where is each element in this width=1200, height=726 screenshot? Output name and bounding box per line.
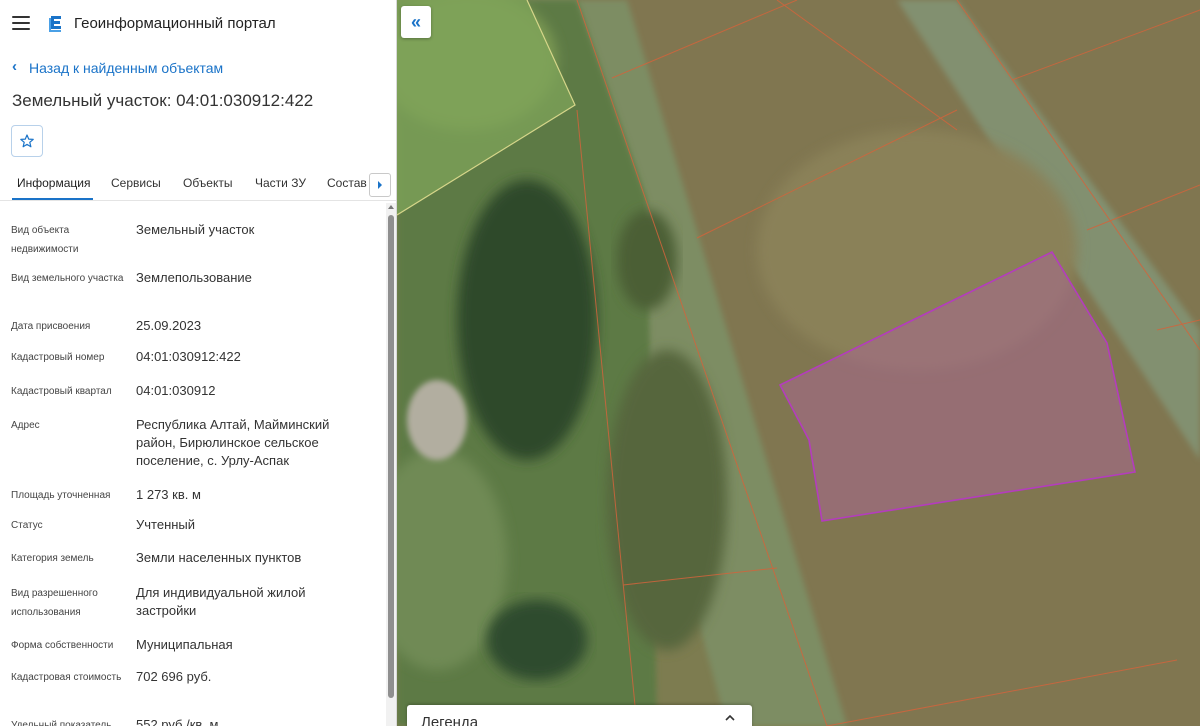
info-label: Вид объекта недвижимости [11, 225, 79, 255]
scrollbar-thumb[interactable] [388, 215, 394, 698]
info-value: Учтенный [136, 517, 196, 532]
tab-bar: Информация Сервисы Объекты Части ЗУ Сост… [0, 170, 396, 201]
info-label: Статус [11, 520, 43, 531]
map-view[interactable]: « Легенда [397, 0, 1200, 726]
legend-title: Легенда [421, 714, 479, 726]
info-label: Кадастровый номер [11, 352, 105, 363]
page-title: Земельный участок: 04:01:030912:422 [12, 91, 314, 110]
info-value: Земли населенных пунктов [136, 550, 302, 565]
top-bar: Геоинформационный портал [0, 0, 396, 46]
info-label: Кадастровый квартал [11, 386, 112, 397]
info-value: 552 руб./кв. м [136, 717, 219, 726]
info-label: Площадь уточненная [11, 490, 111, 501]
info-label: Кадастровая стоимость [11, 672, 122, 683]
tabs-scroll-right-button[interactable] [369, 173, 391, 197]
info-value: 1 273 кв. м [136, 487, 201, 502]
hamburger-menu-icon[interactable] [12, 16, 30, 30]
info-value: 04:01:030912 [136, 383, 216, 398]
back-link-label: Назад к найденным объектам [29, 59, 224, 76]
info-label: Адрес [11, 420, 40, 431]
sidebar-panel: Геоинформационный портал ‹ Назад к найде… [0, 0, 397, 726]
info-label: Дата присвоения [11, 321, 91, 332]
tab-composition[interactable]: Состав [327, 176, 367, 190]
info-value: Для индивидуальной жилой застройки [136, 585, 306, 618]
tab-parcel-parts[interactable]: Части ЗУ [255, 176, 306, 190]
satellite-imagery [397, 0, 1200, 726]
info-value: 25.09.2023 [136, 318, 202, 333]
info-value: Республика Алтай, Майминский район, Бирю… [136, 417, 330, 468]
info-value: 04:01:030912:422 [136, 349, 241, 364]
tab-services[interactable]: Сервисы [111, 176, 161, 190]
chevron-right-icon [378, 181, 382, 189]
active-tab-indicator [12, 198, 93, 200]
chevron-left-icon: ‹ [12, 58, 17, 75]
info-label: Вид разрешенного использования [11, 588, 98, 618]
info-value: Землепользование [136, 270, 252, 285]
favorite-button[interactable] [11, 125, 43, 157]
info-value: Земельный участок [136, 222, 255, 237]
collapse-panel-button[interactable]: « [401, 6, 431, 38]
info-scrollbar[interactable] [386, 203, 396, 726]
info-value: Муниципальная [136, 637, 233, 652]
legend-panel[interactable]: Легенда [407, 705, 752, 726]
info-list: Вид объекта недвижимости Земельный участ… [0, 201, 385, 726]
info-label: Вид земельного участка [11, 273, 124, 284]
info-label: Категория земель [11, 553, 94, 564]
info-label: Форма собственности [11, 640, 114, 651]
double-chevron-left-icon: « [410, 11, 421, 32]
info-label: Удельный показатель [11, 720, 112, 726]
tab-information[interactable]: Информация [17, 176, 90, 190]
portal-logo-icon [48, 14, 66, 32]
chevron-up-icon[interactable] [725, 712, 735, 724]
scroll-up-arrow-icon[interactable] [388, 205, 394, 209]
info-value: 702 696 руб. [136, 669, 212, 684]
app-title: Геоинформационный портал [74, 14, 276, 32]
back-to-results-link[interactable]: ‹ Назад к найденным объектам [12, 58, 224, 76]
tab-objects[interactable]: Объекты [183, 176, 233, 190]
star-outline-icon [20, 134, 34, 148]
